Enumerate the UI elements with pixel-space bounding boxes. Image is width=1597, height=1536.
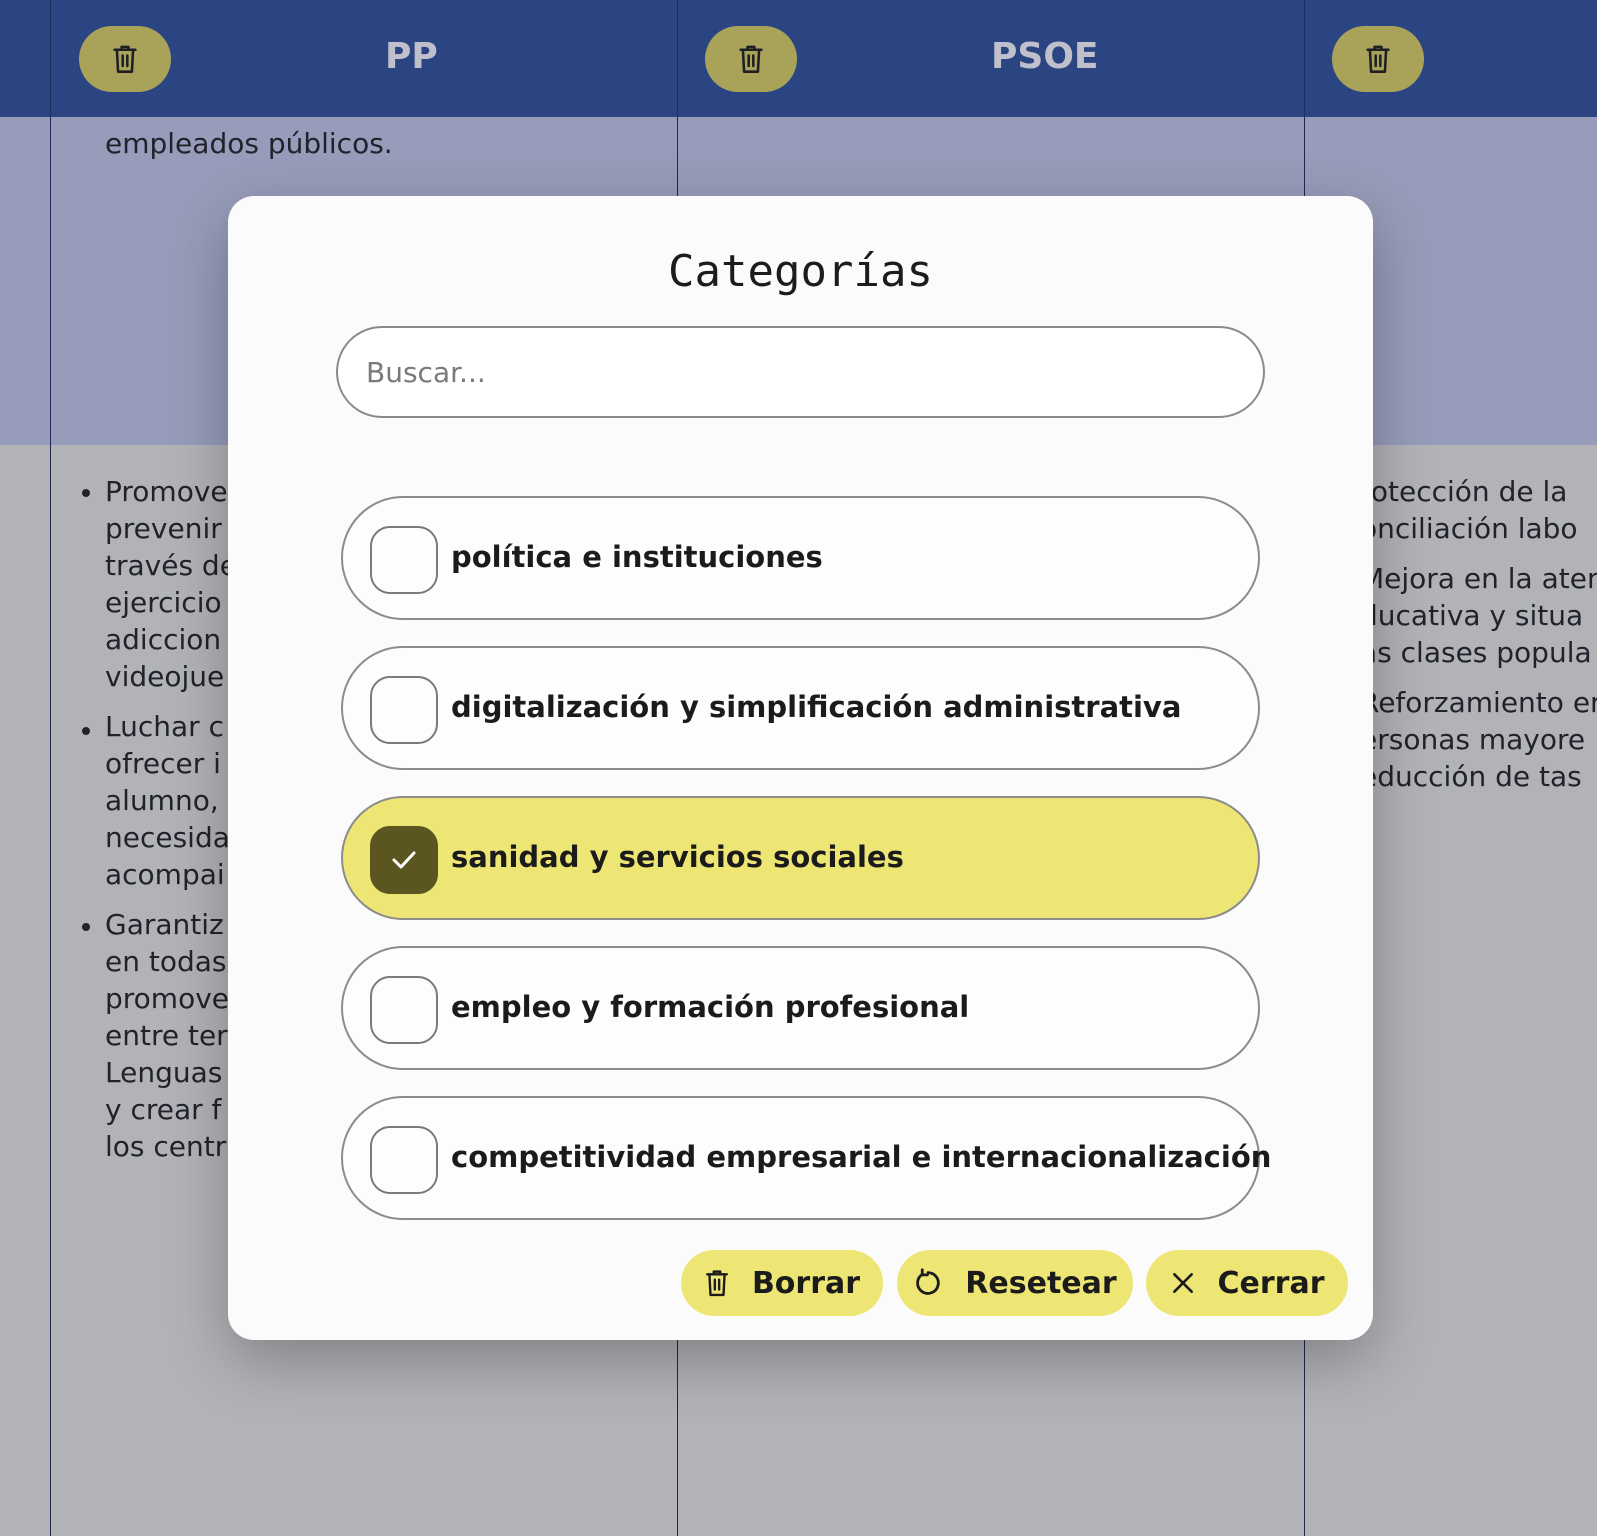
category-checkbox[interactable] — [370, 526, 438, 594]
reset-button-label: Resetear — [965, 1265, 1117, 1301]
category-label: competitividad empresarial e internacion… — [451, 1140, 1272, 1174]
close-button[interactable]: Cerrar — [1146, 1250, 1348, 1316]
close-icon — [1170, 1270, 1196, 1296]
search-field — [336, 326, 1265, 418]
categories-modal: Categorías política e instituciones digi… — [228, 196, 1373, 1340]
category-label: sanidad y servicios sociales — [451, 840, 904, 874]
category-checkbox[interactable] — [370, 976, 438, 1044]
delete-button[interactable]: Borrar — [681, 1250, 883, 1316]
category-label: política e instituciones — [451, 540, 823, 574]
category-option[interactable]: digitalización y simplificación administ… — [341, 646, 1260, 770]
category-option[interactable]: política e instituciones — [341, 496, 1260, 620]
trash-icon — [704, 1268, 730, 1298]
category-label: digitalización y simplificación administ… — [451, 690, 1182, 724]
check-icon — [389, 848, 419, 872]
reset-button[interactable]: Resetear — [897, 1250, 1133, 1316]
category-checkbox[interactable] — [370, 826, 438, 894]
category-option[interactable]: competitividad empresarial e internacion… — [341, 1096, 1271, 1220]
category-checkbox[interactable] — [370, 1126, 438, 1194]
delete-button-label: Borrar — [751, 1265, 861, 1301]
category-option[interactable]: empleo y formación profesional — [341, 946, 1260, 1070]
refresh-icon — [913, 1268, 943, 1298]
category-label: empleo y formación profesional — [451, 990, 970, 1024]
modal-title: Categorías — [668, 246, 933, 297]
category-option[interactable]: sanidad y servicios sociales — [341, 796, 1260, 920]
close-button-label: Cerrar — [1217, 1265, 1325, 1301]
search-input[interactable] — [338, 328, 1263, 416]
category-checkbox[interactable] — [370, 676, 438, 744]
